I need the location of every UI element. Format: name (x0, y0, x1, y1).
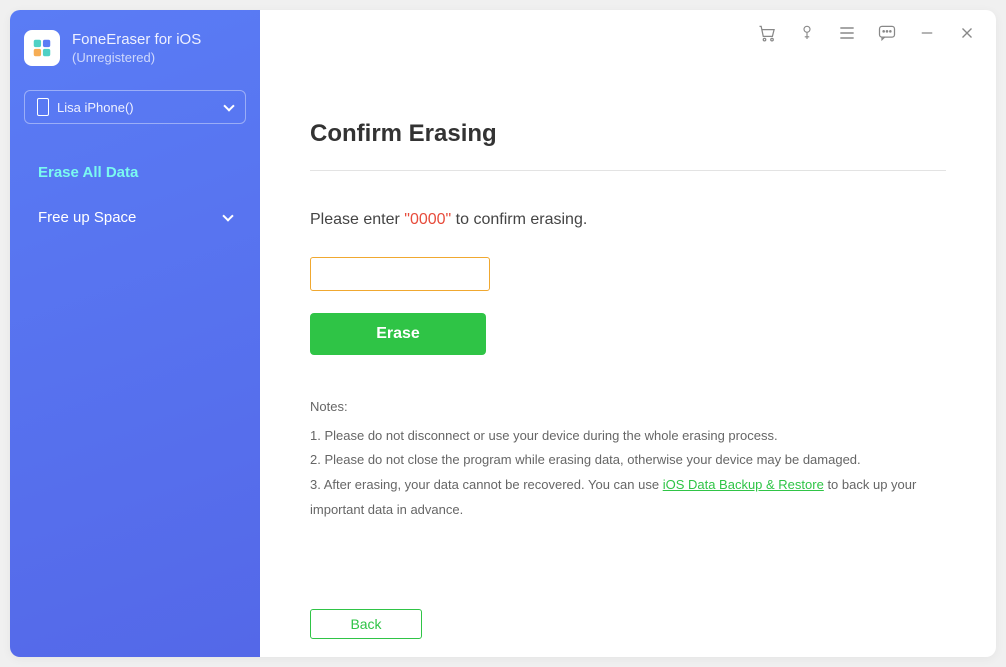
app-window: FoneEraser for iOS (Unregistered) Lisa i… (10, 10, 996, 657)
backup-restore-link[interactable]: iOS Data Backup & Restore (663, 477, 824, 492)
app-title: FoneEraser for iOS (72, 31, 201, 48)
menu-icon[interactable] (836, 22, 858, 44)
logo-icon (31, 37, 53, 59)
feedback-icon[interactable] (876, 22, 898, 44)
close-icon[interactable] (956, 22, 978, 44)
cart-icon[interactable] (756, 22, 778, 44)
chevron-down-icon (222, 210, 233, 221)
app-subtitle: (Unregistered) (72, 50, 201, 65)
instruction-suffix: to confirm erasing. (451, 211, 587, 228)
sidebar-item-erase-all[interactable]: Erase All Data (24, 150, 246, 195)
note-1: 1. Please do not disconnect or use your … (310, 424, 946, 449)
key-icon[interactable] (796, 22, 818, 44)
sidebar-item-label: Free up Space (38, 209, 136, 226)
instruction-code: "0000" (404, 211, 451, 228)
device-name: Lisa iPhone() (57, 100, 134, 115)
note-3-prefix: 3. After erasing, your data cannot be re… (310, 477, 663, 492)
notes-title: Notes: (310, 395, 946, 420)
app-logo (24, 30, 60, 66)
titlebar (756, 22, 978, 44)
notes-section: Notes: 1. Please do not disconnect or us… (310, 395, 946, 522)
main-panel: Confirm Erasing Please enter "0000" to c… (260, 10, 996, 657)
erase-button[interactable]: Erase (310, 313, 486, 355)
phone-icon (37, 98, 49, 116)
note-2: 2. Please do not close the program while… (310, 448, 946, 473)
instruction-prefix: Please enter (310, 211, 404, 228)
content: Confirm Erasing Please enter "0000" to c… (260, 10, 996, 552)
page-title: Confirm Erasing (310, 120, 946, 171)
instruction-text: Please enter "0000" to confirm erasing. (310, 211, 946, 229)
device-left: Lisa iPhone() (37, 98, 134, 116)
sidebar-item-label: Erase All Data (38, 164, 138, 181)
sidebar-item-free-up[interactable]: Free up Space (24, 195, 246, 240)
sidebar: FoneEraser for iOS (Unregistered) Lisa i… (10, 10, 260, 657)
back-button[interactable]: Back (310, 609, 422, 639)
device-selector[interactable]: Lisa iPhone() (24, 90, 246, 124)
app-title-box: FoneEraser for iOS (Unregistered) (72, 31, 201, 65)
app-header: FoneEraser for iOS (Unregistered) (24, 30, 246, 66)
confirm-input[interactable] (310, 257, 490, 291)
minimize-icon[interactable] (916, 22, 938, 44)
chevron-down-icon (223, 100, 234, 111)
note-3: 3. After erasing, your data cannot be re… (310, 473, 946, 522)
